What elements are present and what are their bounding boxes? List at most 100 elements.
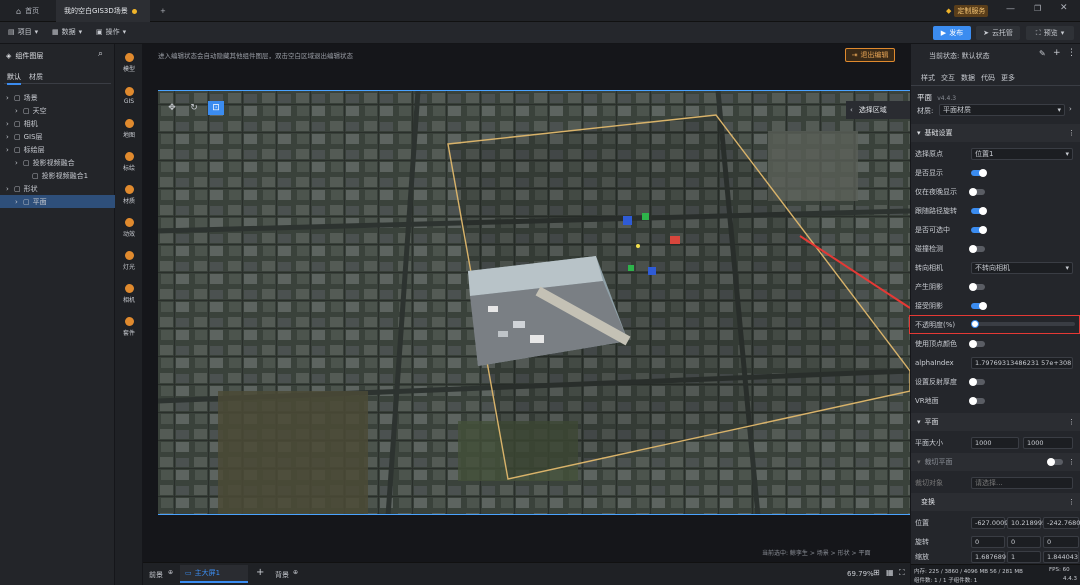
layer-item[interactable]: › ▢ 相机: [0, 117, 115, 130]
tab-home[interactable]: ⌂ 首页: [8, 0, 47, 22]
layer-item[interactable]: › ▢ GIS层: [0, 130, 115, 143]
setting-input[interactable]: 1.79769313486231 57e+308: [971, 356, 1073, 369]
3d-viewport[interactable]: ✥ ↻ ⊡ ‹ 选择区域: [158, 90, 910, 515]
tab-main-screen[interactable]: ▭ 主大屏1: [180, 565, 248, 583]
scale-z-input[interactable]: 1.844043: [1043, 551, 1079, 563]
clip-toggle[interactable]: [1047, 458, 1063, 466]
setting-toggle[interactable]: [969, 396, 985, 405]
select-area-button[interactable]: ‹ 选择区域: [846, 101, 910, 119]
tool-item[interactable]: 标绘: [115, 147, 143, 177]
setting-toggle[interactable]: [969, 282, 985, 291]
add-circle-icon[interactable]: ⊕: [293, 569, 298, 576]
position-x-input[interactable]: -627.0009: [971, 516, 1008, 529]
scale-x-input[interactable]: 1.687689: [971, 551, 1006, 563]
tool-item[interactable]: 模型: [115, 48, 143, 78]
tab-default[interactable]: 默认: [7, 72, 21, 85]
setting-select[interactable]: 位置1 ▾: [971, 147, 1073, 160]
setting-select[interactable]: 不转向相机 ▾: [971, 261, 1073, 274]
layer-item[interactable]: › ▢ 标绘层: [0, 143, 115, 156]
rotation-y-input[interactable]: 0: [1007, 535, 1041, 548]
edit-icon[interactable]: ✎: [1039, 49, 1046, 58]
publish-button[interactable]: ▶ 发布: [933, 26, 971, 40]
tool-item[interactable]: GIS: [115, 81, 143, 111]
tool-item[interactable]: 相机: [115, 279, 143, 309]
add-icon[interactable]: +: [1053, 48, 1061, 58]
chevron-right-icon[interactable]: ›: [15, 107, 20, 115]
fit-icon[interactable]: ⊞: [873, 568, 880, 577]
exit-edit-button[interactable]: ⇥ 退出编辑: [845, 48, 895, 62]
tab-document[interactable]: 我的空白GIS3D场景: [56, 0, 150, 22]
layer-item[interactable]: › ▢ 天空: [0, 104, 115, 117]
property-tab[interactable]: 交互: [941, 73, 955, 83]
more-icon[interactable]: ⋮: [1068, 418, 1075, 426]
chevron-right-icon[interactable]: ›: [6, 185, 11, 193]
section-plane[interactable]: ▾ 平面 ⋮: [911, 413, 1080, 431]
section-transform[interactable]: 变换 ⋮: [911, 493, 1080, 511]
plane-width-input[interactable]: 1000: [971, 436, 1019, 449]
custom-service-button[interactable]: ◆ 定制服务: [946, 5, 989, 17]
chevron-right-icon[interactable]: ›: [1069, 105, 1072, 113]
clip-object-select[interactable]: 请选择...: [971, 476, 1073, 489]
layer-item[interactable]: ▢ 投影视频融合1: [0, 169, 115, 182]
add-circle-icon[interactable]: ⊕: [168, 569, 173, 576]
setting-toggle[interactable]: [971, 225, 987, 234]
chevron-right-icon[interactable]: ›: [15, 159, 20, 167]
minimize-icon[interactable]: —: [1006, 4, 1015, 14]
tool-item[interactable]: 动效: [115, 213, 143, 243]
setting-toggle[interactable]: [971, 301, 987, 310]
tab-foreground[interactable]: 前景: [149, 570, 163, 580]
opacity-slider[interactable]: [971, 320, 1075, 328]
menu-ops[interactable]: ▣ 操作 ▾: [96, 27, 126, 37]
tool-item[interactable]: 地图: [115, 114, 143, 144]
new-tab-button[interactable]: +: [152, 0, 174, 22]
slider-thumb[interactable]: [971, 320, 979, 328]
position-z-input[interactable]: -242.7680: [1043, 516, 1080, 529]
rotation-z-input[interactable]: 0: [1043, 535, 1079, 548]
position-y-input[interactable]: 10.218995: [1007, 516, 1046, 529]
more-icon[interactable]: ⋮: [1068, 458, 1075, 466]
rotation-x-input[interactable]: 0: [971, 535, 1005, 548]
layer-item[interactable]: › ▢ 形状: [0, 182, 115, 195]
close-icon[interactable]: ✕: [1060, 3, 1068, 13]
tool-item[interactable]: 套件: [115, 312, 143, 342]
chevron-right-icon[interactable]: ›: [6, 94, 11, 102]
cloud-host-button[interactable]: ➤ 云托管: [976, 26, 1020, 40]
layer-item[interactable]: › ▢ 场景: [0, 91, 115, 104]
scale-y-input[interactable]: 1: [1007, 551, 1041, 563]
more-icon[interactable]: ⋮: [1067, 48, 1076, 58]
layer-item[interactable]: › ▢ 平面: [0, 195, 115, 208]
chevron-right-icon[interactable]: ›: [15, 198, 20, 206]
setting-toggle[interactable]: [971, 206, 987, 215]
layer-item[interactable]: › ▢ 投影视频融合: [0, 156, 115, 169]
tab-background[interactable]: 背景: [275, 570, 289, 580]
property-tab[interactable]: 更多: [1001, 73, 1015, 83]
search-icon[interactable]: ⌕: [98, 49, 103, 59]
tab-material[interactable]: 材质: [29, 72, 43, 82]
setting-toggle[interactable]: [971, 168, 987, 177]
property-tab[interactable]: 数据: [961, 73, 975, 83]
plane-height-input[interactable]: 1000: [1023, 436, 1073, 449]
material-select[interactable]: 平面材质 ▾: [939, 104, 1065, 116]
more-icon[interactable]: ⋮: [1068, 129, 1075, 137]
restore-icon[interactable]: ❐: [1034, 4, 1041, 13]
setting-toggle[interactable]: [969, 187, 985, 196]
setting-toggle[interactable]: [969, 339, 985, 348]
move-icon[interactable]: ✥: [164, 101, 180, 115]
rotate-icon[interactable]: ↻: [186, 101, 202, 115]
add-screen-icon[interactable]: +: [256, 567, 264, 578]
more-icon[interactable]: ⋮: [1068, 498, 1075, 506]
fullscreen-icon[interactable]: ⛶: [899, 568, 905, 578]
scale-icon[interactable]: ⊡: [208, 101, 224, 115]
property-tab[interactable]: 样式: [921, 73, 935, 83]
preview-button[interactable]: ⛶ 预览 ▾: [1026, 26, 1074, 40]
section-basic[interactable]: ▾ 基础设置 ⋮: [911, 124, 1080, 142]
menu-project[interactable]: ▤ 项目 ▾: [8, 27, 38, 37]
section-clip[interactable]: ▾ 裁切平面 ⋮: [911, 453, 1080, 471]
chevron-right-icon[interactable]: ›: [6, 120, 11, 128]
setting-toggle[interactable]: [969, 244, 985, 253]
property-tab[interactable]: 代码: [981, 73, 995, 83]
setting-toggle[interactable]: [969, 377, 985, 386]
tool-item[interactable]: 灯光: [115, 246, 143, 276]
chevron-right-icon[interactable]: ›: [6, 133, 11, 141]
chevron-right-icon[interactable]: ›: [6, 146, 11, 154]
